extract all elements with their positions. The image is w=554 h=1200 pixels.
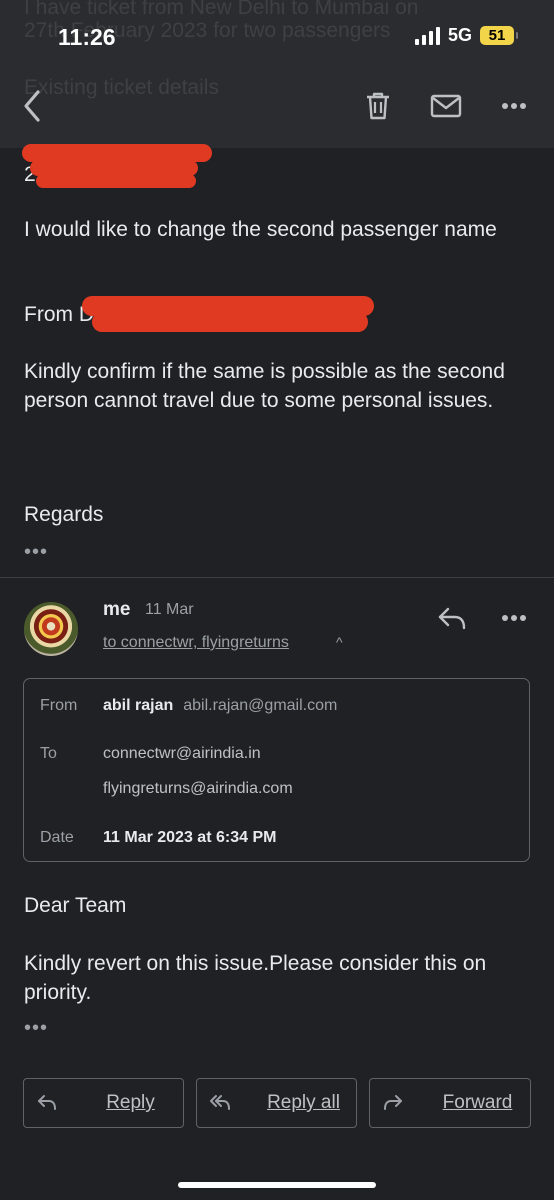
message-divider bbox=[0, 577, 554, 578]
reply-all-footer-button[interactable]: Reply all bbox=[196, 1078, 357, 1128]
mark-unread-button[interactable] bbox=[428, 86, 464, 126]
battery-icon: 51 bbox=[480, 26, 518, 45]
show-trimmed-content-button[interactable]: ••• bbox=[24, 542, 48, 562]
to-label: To bbox=[40, 745, 57, 762]
scrolled-text-line: I have ticket from New Delhi to Mumbai o… bbox=[24, 0, 419, 19]
message-date: 11 Mar bbox=[145, 601, 194, 618]
to-email[interactable]: flyingreturns@airindia.com bbox=[103, 780, 293, 798]
scrolled-text-line: Existing ticket details bbox=[24, 76, 219, 99]
reply-button[interactable] bbox=[434, 600, 470, 636]
message-more-button[interactable] bbox=[496, 600, 532, 636]
reply-all-label: Reply all bbox=[267, 1092, 340, 1113]
recipients-toggle[interactable]: to connectwr, flyingreturns bbox=[103, 634, 289, 652]
avatar[interactable] bbox=[24, 602, 78, 656]
to-email[interactable]: connectwr@airindia.in bbox=[103, 745, 261, 763]
from-email[interactable]: abil.rajan@gmail.com bbox=[183, 697, 337, 714]
redaction-mark bbox=[92, 312, 368, 332]
battery-level: 51 bbox=[488, 27, 506, 44]
home-indicator[interactable] bbox=[178, 1182, 376, 1188]
status-time: 11:26 bbox=[58, 24, 116, 50]
from-value: abil rajan abil.rajan@gmail.com bbox=[103, 697, 337, 715]
message-paragraph: I would like to change the second passen… bbox=[24, 218, 497, 241]
delete-button[interactable] bbox=[360, 86, 396, 126]
from-label: From bbox=[40, 697, 78, 714]
trash-icon bbox=[367, 92, 389, 120]
date-value: 11 Mar 2023 at 6:34 PM bbox=[103, 829, 277, 846]
reply-label: Reply bbox=[106, 1092, 155, 1113]
status-indicators: 5G 51 bbox=[414, 25, 518, 46]
back-button[interactable] bbox=[14, 86, 50, 126]
network-type: 5G bbox=[447, 25, 472, 45]
redaction-mark bbox=[36, 174, 196, 188]
reply-icon bbox=[38, 1095, 56, 1110]
more-options-button[interactable] bbox=[496, 86, 532, 126]
reply-footer-button[interactable]: Reply bbox=[23, 1078, 184, 1128]
forward-label: Forward bbox=[442, 1092, 513, 1113]
app-top-bar: I have ticket from New Delhi to Mumbai o… bbox=[0, 0, 554, 148]
greeting: Dear Team bbox=[24, 894, 127, 917]
forward-icon bbox=[384, 1095, 402, 1110]
more-horizontal-icon bbox=[502, 103, 526, 109]
chevron-left-icon bbox=[24, 90, 40, 122]
date-label: Date bbox=[40, 829, 74, 846]
mail-icon bbox=[430, 94, 462, 118]
message-paragraph: Kindly revert on this issue.Please consi… bbox=[24, 952, 487, 1004]
show-trimmed-content-button[interactable]: ••• bbox=[24, 1018, 48, 1038]
from-name: abil rajan bbox=[103, 697, 174, 714]
chevron-up-icon[interactable]: ^ bbox=[336, 634, 343, 650]
sender-name: me bbox=[103, 599, 131, 620]
signal-icon bbox=[414, 26, 440, 45]
message-paragraph: Kindly confirm if the same is possible a… bbox=[24, 360, 505, 412]
more-horizontal-icon bbox=[502, 615, 526, 621]
forward-footer-button[interactable]: Forward bbox=[369, 1078, 531, 1128]
reply-all-icon bbox=[210, 1095, 230, 1110]
sign-off: Regards bbox=[24, 503, 104, 526]
reply-icon bbox=[438, 607, 466, 630]
